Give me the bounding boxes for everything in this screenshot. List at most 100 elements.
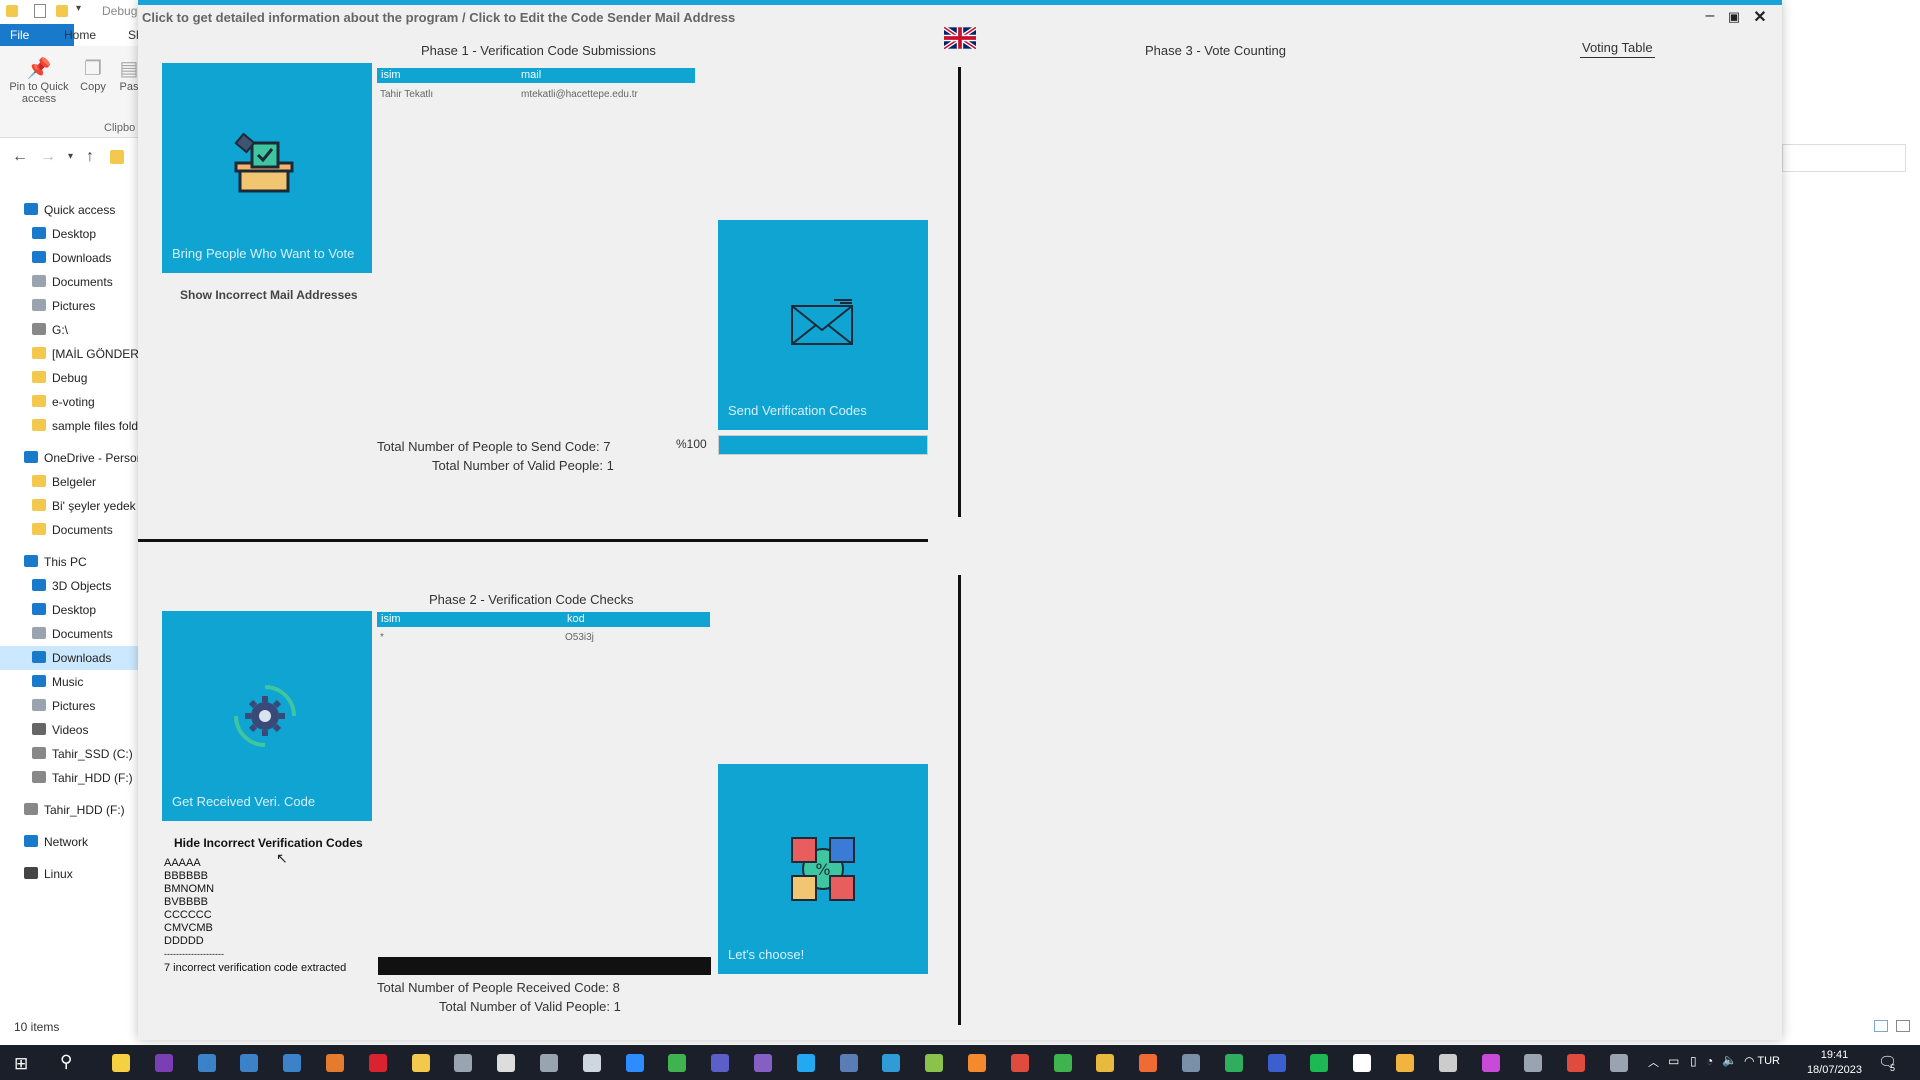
details-view-icon[interactable] (1874, 1020, 1888, 1032)
recent-locations-icon[interactable]: ▾ (68, 151, 73, 162)
app-teal-icon[interactable] (1182, 1054, 1200, 1072)
back-icon[interactable]: ← (12, 148, 28, 166)
nav-item-label: Documents (52, 627, 113, 641)
tray-wifi-icon[interactable]: ◠ (1744, 1054, 1754, 1068)
virtual-desktop-icon[interactable] (197, 1054, 216, 1072)
firefox-icon[interactable] (326, 1054, 344, 1072)
chrome-icon[interactable] (1096, 1054, 1115, 1072)
paste-icon: ▤ (119, 58, 139, 80)
pin-quick-access-button[interactable]: 📌 Pin to Quick access (4, 56, 74, 105)
search-icon[interactable]: ⚲ (60, 1052, 72, 1072)
tab-home[interactable]: Home (54, 24, 107, 48)
tray-battery-icon[interactable]: ▯ (1690, 1054, 1697, 1068)
app-green-icon[interactable] (1053, 1054, 1072, 1072)
properties-icon[interactable] (34, 4, 46, 18)
windows-start-icon[interactable]: ⊞ (14, 1054, 28, 1074)
camtasia-icon[interactable] (668, 1054, 687, 1072)
large-icons-view-icon[interactable] (1896, 1020, 1910, 1032)
r-icon[interactable] (839, 1054, 858, 1072)
hide-incorrect-codes-link[interactable]: Hide Incorrect Verification Codes (174, 836, 363, 850)
phase2-codes-grid[interactable]: isim kod * O53i3j (377, 612, 710, 643)
grid-header-kod[interactable]: kod (563, 612, 710, 627)
tray-display-icon[interactable]: ▭ (1668, 1054, 1679, 1068)
grid-header-isim[interactable]: isim (377, 68, 517, 83)
paste-button[interactable]: ▤ Pas (118, 56, 140, 93)
pdf-icon[interactable] (1010, 1054, 1029, 1072)
send-verification-codes-button[interactable]: Send Verification Codes (718, 220, 928, 430)
onenote-icon[interactable] (154, 1054, 173, 1072)
customize-toolbar-icon[interactable]: ▾ (76, 3, 81, 14)
search-input[interactable] (1782, 144, 1906, 172)
grid-cell-mail[interactable]: mtekatli@hacettepe.edu.tr (521, 89, 638, 100)
sticky-notes-icon[interactable] (112, 1054, 130, 1072)
copy-button[interactable]: ❐ Copy (78, 56, 108, 93)
edge-icon[interactable] (882, 1054, 901, 1072)
davinci-icon[interactable] (1481, 1054, 1500, 1072)
grid-header-mail[interactable]: mail (517, 68, 695, 83)
music-app-icon[interactable] (925, 1054, 944, 1072)
acrobat-icon[interactable] (368, 1054, 387, 1072)
ribbon-tabs: File Home Sh (0, 24, 143, 48)
notion-icon[interactable] (497, 1054, 516, 1072)
clock[interactable]: 19:41 18/07/2023 (1807, 1048, 1862, 1078)
voting-table-link[interactable]: Voting Table (1580, 40, 1655, 58)
pen-tool-icon[interactable] (1610, 1054, 1628, 1072)
nav-item-label: Tahir_HDD (F:) (44, 803, 125, 817)
vscode-icon[interactable] (796, 1054, 815, 1072)
app-orange-icon[interactable] (968, 1054, 986, 1072)
app-yellow-icon[interactable] (1396, 1054, 1414, 1072)
tray-volume-icon[interactable]: 🔈 (1722, 1053, 1737, 1067)
get-received-codes-button[interactable]: Get Received Veri. Code (162, 611, 372, 821)
total-valid-count-phase2: Total Number of Valid People: 1 (439, 999, 621, 1014)
language-flag-uk-icon[interactable] (944, 27, 976, 49)
nav-item-label: Music (52, 675, 84, 689)
copy-icon: ❐ (84, 58, 102, 80)
postman-icon[interactable] (1139, 1054, 1158, 1072)
folder-icon (32, 395, 46, 407)
app-red-icon[interactable] (1567, 1054, 1586, 1072)
grid-cell-name[interactable]: Tahir Tekatlı (380, 89, 433, 100)
bring-voters-button[interactable]: Bring People Who Want to Vote (162, 63, 372, 273)
maximize-icon[interactable]: ▣ (1722, 9, 1746, 25)
teams-icon[interactable] (711, 1054, 730, 1072)
grid-cell-name[interactable]: * (380, 632, 384, 643)
grid-header-isim[interactable]: isim (377, 612, 563, 627)
mail-icon[interactable] (283, 1054, 302, 1072)
grid-cell-code[interactable]: O53i3j (565, 632, 594, 643)
calculator-icon[interactable] (240, 1054, 259, 1072)
new-folder-icon[interactable] (56, 5, 68, 17)
app-stripe-icon[interactable] (1438, 1054, 1457, 1072)
incorrect-code: DDDDD (164, 935, 204, 947)
zoom-icon[interactable] (625, 1054, 644, 1072)
notification-count: 5 (1890, 1063, 1896, 1073)
phase1-people-grid[interactable]: isim mail Tahir Tekatlı mtekatli@hacette… (377, 68, 695, 100)
keyboard-language[interactable]: TUR (1757, 1055, 1780, 1067)
clock-time: 19:41 (1820, 1049, 1849, 1061)
notepad-icon[interactable] (582, 1054, 601, 1072)
app-green2-icon[interactable] (1224, 1054, 1243, 1072)
pc-icon (24, 555, 38, 567)
spotify-icon[interactable] (1310, 1054, 1329, 1072)
lets-choose-button[interactable]: % Let's choose! (718, 764, 928, 974)
settings-icon[interactable] (454, 1054, 473, 1072)
phase-divider-horizontal (138, 539, 928, 542)
minimize-icon[interactable]: – (1698, 7, 1722, 25)
pin-icon: 📌 (26, 58, 52, 80)
nav-item-label: Network (44, 835, 89, 849)
clock-date: 18/07/2023 (1806, 1064, 1862, 1076)
app-blue-icon[interactable] (1267, 1054, 1286, 1072)
tray-network-icon[interactable]: ◔ (1706, 1054, 1713, 1068)
close-icon[interactable]: ✕ (1748, 7, 1772, 27)
file-explorer-icon[interactable] (411, 1054, 430, 1072)
show-incorrect-mail-link[interactable]: Show Incorrect Mail Addresses (180, 288, 358, 302)
up-icon[interactable]: ↑ (86, 148, 94, 166)
app-gray-icon[interactable] (1524, 1054, 1543, 1072)
visual-studio-icon[interactable] (754, 1054, 772, 1072)
gear-refresh-icon (234, 685, 296, 747)
forward-icon[interactable]: → (40, 148, 56, 166)
address-folder-icon[interactable] (110, 150, 124, 164)
app-title-link[interactable]: Click to get detailed information about … (142, 10, 735, 25)
screen-sketch-icon[interactable] (540, 1054, 558, 1072)
notion-app-icon[interactable] (1353, 1054, 1372, 1072)
show-hidden-icons-icon[interactable]: ︿ (1648, 1054, 1659, 1070)
